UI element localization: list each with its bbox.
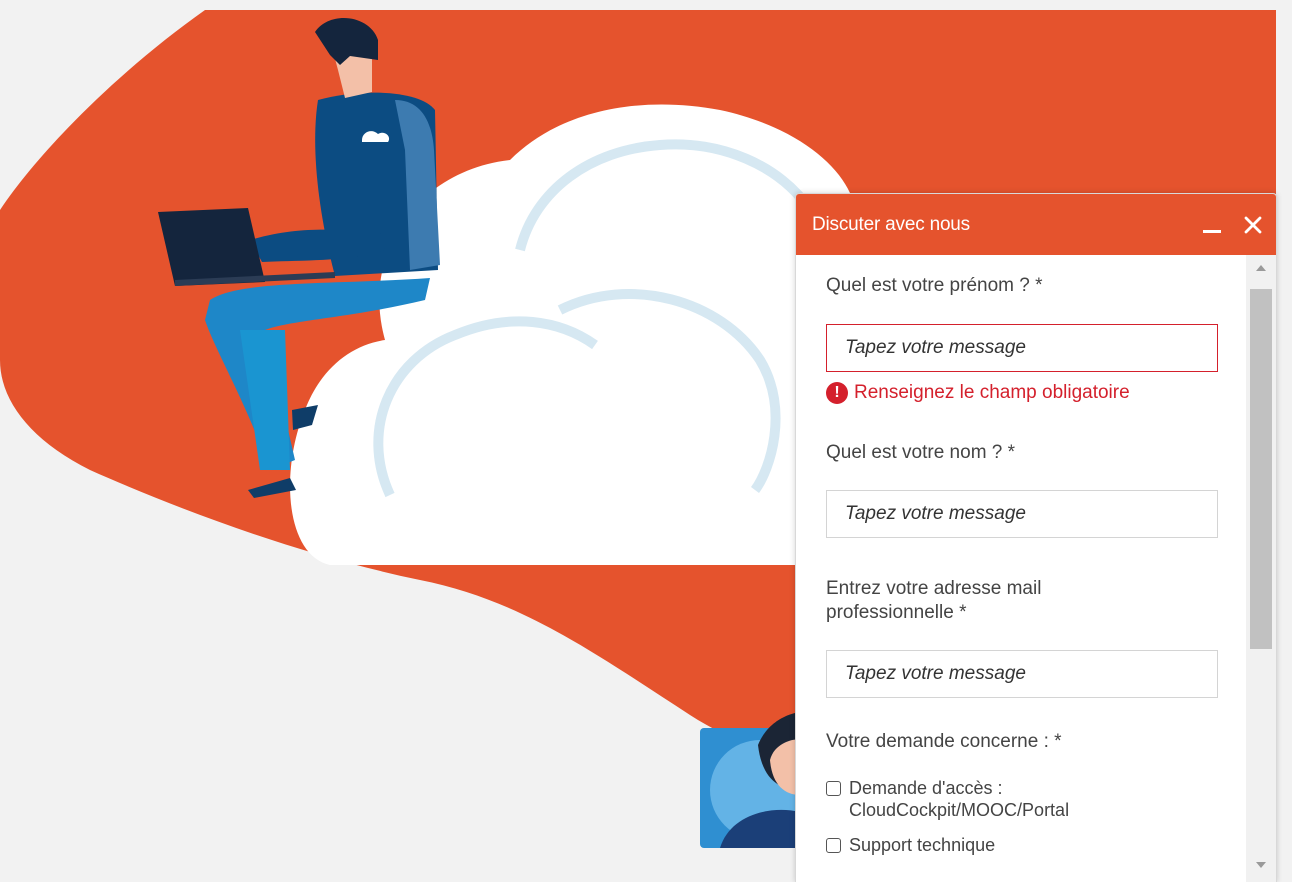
chat-title: Discuter avec nous: [812, 213, 970, 235]
scroll-up-arrow-icon[interactable]: [1256, 265, 1266, 271]
request-option-access-line1: Demande d'accès :: [849, 778, 1003, 798]
close-icon[interactable]: [1244, 216, 1262, 234]
scrollbar-thumb[interactable]: [1250, 289, 1272, 649]
request-option-access[interactable]: Demande d'accès : CloudCockpit/MOOC/Port…: [826, 777, 1069, 821]
error-icon: !: [826, 382, 848, 404]
last-name-label: Quel est votre nom ? *: [826, 442, 1016, 463]
first-name-input[interactable]: Tapez votre message: [826, 324, 1218, 372]
request-option-access-line2: CloudCockpit/MOOC/Portal: [849, 800, 1070, 820]
request-option-access-label: Demande d'accès : CloudCockpit/MOOC/Port…: [849, 777, 1069, 821]
email-input[interactable]: Tapez votre message: [826, 650, 1218, 698]
email-label-line2: professionnelle *: [826, 602, 967, 623]
first-name-error-text: Renseignez le champ obligatoire: [854, 382, 1130, 403]
chat-body: Quel est votre prénom ? * Tapez votre me…: [796, 255, 1276, 882]
chat-controls: [1202, 215, 1262, 235]
request-option-support[interactable]: Support technique: [826, 834, 995, 856]
last-name-input[interactable]: Tapez votre message: [826, 490, 1218, 538]
agent-avatar: [700, 712, 810, 848]
first-name-error: ! Renseignez le champ obligatoire: [826, 382, 1130, 404]
minimize-icon[interactable]: [1202, 215, 1222, 235]
checkbox[interactable]: [826, 838, 841, 853]
request-label: Votre demande concerne : *: [826, 731, 1062, 752]
chat-widget: Discuter avec nous Quel est votre prénom…: [795, 193, 1277, 882]
checkbox[interactable]: [826, 781, 841, 796]
scroll-down-arrow-icon[interactable]: [1256, 862, 1266, 868]
email-label-line1: Entrez votre adresse mail: [826, 578, 1042, 599]
first-name-label: Quel est votre prénom ? *: [826, 275, 1043, 296]
scrollbar[interactable]: [1246, 255, 1276, 882]
email-label: Entrez votre adresse mail professionnell…: [826, 577, 1041, 625]
chat-header: Discuter avec nous: [796, 194, 1276, 255]
request-option-support-label: Support technique: [849, 835, 996, 855]
